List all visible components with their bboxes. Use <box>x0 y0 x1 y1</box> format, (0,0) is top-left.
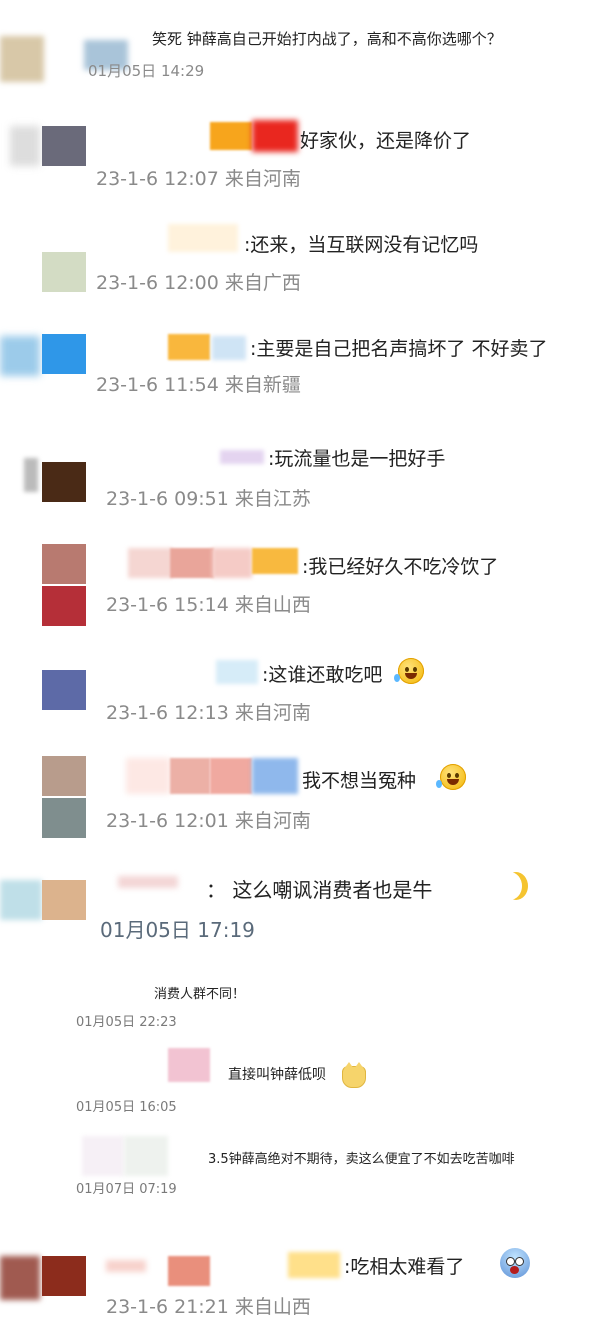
avatar[interactable] <box>42 880 86 920</box>
avatar[interactable] <box>42 334 86 374</box>
username-redacted <box>252 548 298 574</box>
username-redacted <box>252 120 298 152</box>
comment-6: :我已经好久不吃冷饮了 23-1-6 15:14 来自山西 <box>0 540 600 650</box>
comment-text: 直接叫钟薛低呗 <box>228 1067 326 1083</box>
username-redacted <box>212 336 246 360</box>
username-redacted <box>220 450 264 464</box>
comment-text: :玩流量也是一把好手 <box>268 448 446 470</box>
username-redacted <box>210 758 252 794</box>
comment-time: 23-1-6 12:01 来自河南 <box>106 810 311 832</box>
comment-text: :吃相太难看了 <box>344 1256 465 1278</box>
comment-text: :还来，当互联网没有记忆吗 <box>244 234 479 256</box>
comment-time: 01月05日 22:23 <box>76 1015 177 1030</box>
avatar[interactable] <box>42 756 86 796</box>
avatar[interactable] <box>42 798 86 838</box>
username-redacted <box>288 1252 340 1278</box>
avatar-blur <box>0 36 44 82</box>
comment-10: 消费人群不同！ 01月05日 22:23 <box>0 975 600 1035</box>
username-redacted <box>118 876 178 888</box>
comment-text: ： 这么嘲讽消费者也是牛 <box>206 878 433 902</box>
avatar-blur <box>0 880 42 920</box>
comment-11: 直接叫钟薛低呗 01月05日 16:05 <box>0 1040 600 1120</box>
comment-time: 01月07日 07:19 <box>76 1182 177 1197</box>
avatar-blur <box>82 1136 124 1176</box>
laughing-crying-emoji <box>440 764 466 790</box>
comment-text: :主要是自己把名声搞坏了 不好卖了 <box>250 338 548 360</box>
tear-icon <box>436 780 442 788</box>
username-redacted <box>126 758 170 794</box>
username-redacted <box>168 1256 210 1286</box>
avatar-blur <box>24 458 38 492</box>
avatar[interactable] <box>42 1256 86 1296</box>
comment-time: 01月05日 14:29 <box>88 62 205 80</box>
username-redacted <box>106 1260 146 1272</box>
username-redacted <box>128 548 172 578</box>
laughing-crying-emoji <box>398 658 424 684</box>
scared-face-icon <box>500 1248 530 1278</box>
username-redacted <box>212 548 252 578</box>
comment-time: 01月05日 17:19 <box>100 918 255 942</box>
avatar[interactable] <box>42 462 86 502</box>
comment-9: ： 这么嘲讽消费者也是牛 01月05日 17:19 <box>0 860 600 970</box>
comment-text: 好家伙，还是降价了 <box>300 130 472 152</box>
username-redacted <box>252 758 298 794</box>
cat-face-icon <box>342 1062 366 1088</box>
avatar[interactable] <box>42 670 86 710</box>
comment-time: 23-1-6 12:00 来自广西 <box>96 272 301 294</box>
avatar[interactable] <box>42 252 86 292</box>
avatar-blur <box>0 336 40 376</box>
username-redacted <box>170 758 210 794</box>
comment-8: 我不想当冤种 23-1-6 12:01 来自河南 <box>0 750 600 860</box>
comment-text: 3.5钟薛高绝对不期待，卖这么便宜了不如去吃苦咖啡 <box>208 1152 515 1167</box>
avatar[interactable] <box>42 586 86 626</box>
comment-13: :吃相太难看了 23-1-6 21:21 来自山西 <box>0 1230 600 1341</box>
username-redacted <box>168 334 210 360</box>
comment-time: 23-1-6 09:51 来自江苏 <box>106 488 311 510</box>
comment-time: 23-1-6 12:13 来自河南 <box>106 702 311 724</box>
tear-icon <box>394 674 400 682</box>
comment-2: 好家伙，还是降价了 23-1-6 12:07 来自河南 <box>0 100 600 210</box>
avatar-blur <box>124 1136 168 1176</box>
moon-icon <box>498 872 522 900</box>
comment-time: 23-1-6 12:07 来自河南 <box>96 168 301 190</box>
comment-time: 01月05日 16:05 <box>76 1100 177 1115</box>
comment-time: 23-1-6 21:21 来自山西 <box>106 1296 311 1318</box>
username-redacted <box>210 122 252 150</box>
comment-7: :这谁还敢吃吧 23-1-6 12:13 来自河南 <box>0 650 600 760</box>
comment-5: :玩流量也是一把好手 23-1-6 09:51 来自江苏 <box>0 430 600 540</box>
comment-4: :主要是自己把名声搞坏了 不好卖了 23-1-6 11:54 来自新疆 <box>0 320 600 430</box>
comment-time: 23-1-6 11:54 来自新疆 <box>96 374 301 396</box>
username-redacted <box>168 224 238 252</box>
comment-text: 消费人群不同！ <box>154 987 246 1002</box>
username-redacted <box>170 548 214 578</box>
comment-3: :还来，当互联网没有记忆吗 23-1-6 12:00 来自广西 <box>0 210 600 320</box>
avatar-blur <box>0 1256 40 1300</box>
comment-text: :这谁还敢吃吧 <box>262 664 383 686</box>
username-redacted <box>216 660 258 684</box>
comment-time: 23-1-6 15:14 来自山西 <box>106 594 311 616</box>
comment-text: 我不想当冤种 <box>302 770 417 792</box>
avatar-blur <box>168 1048 210 1082</box>
comment-12: 3.5钟薛高绝对不期待，卖这么便宜了不如去吃苦咖啡 01月07日 07:19 <box>0 1130 600 1210</box>
comment-1: 笑死 钟薛高自己开始打内战了，高和不高你选哪个？ 01月05日 14:29 <box>0 0 600 100</box>
comment-text: 笑死 钟薛高自己开始打内战了，高和不高你选哪个？ <box>152 30 502 48</box>
comment-text: :我已经好久不吃冷饮了 <box>302 556 499 578</box>
avatar[interactable] <box>42 126 86 166</box>
avatar-blur <box>10 126 40 166</box>
avatar[interactable] <box>42 544 86 584</box>
